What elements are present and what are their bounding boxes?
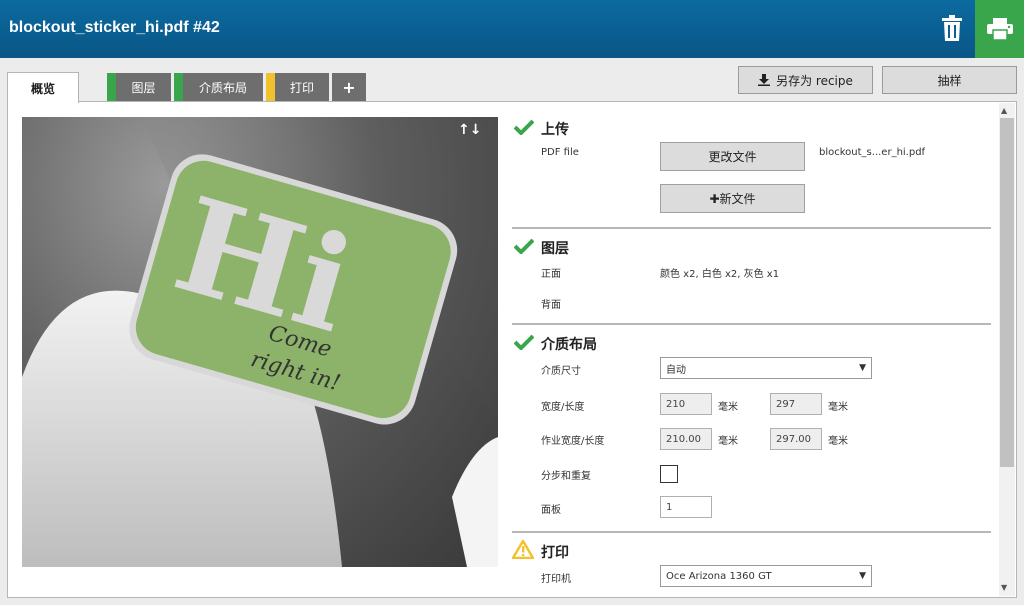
scrollbar-thumb[interactable] [1000,118,1014,467]
printer-select[interactable]: Oce Arizona 1360 GT ▼ [660,565,872,587]
job-width-value: 210.00 [666,433,701,445]
panels-input[interactable]: 1 [660,496,712,518]
media-size-select[interactable]: 自动 ▼ [660,357,872,379]
printer-icon [986,18,1013,40]
scroll-up-icon[interactable]: ▲ [1001,106,1007,115]
chevron-down-icon: ▼ [859,363,866,373]
printer-label: 打印机 [541,574,571,585]
add-tab-button[interactable]: + [332,73,366,101]
width-input[interactable]: 210 [660,393,712,415]
section-title-print: 打印 [541,545,569,561]
unit-label: 毫米 [828,402,848,413]
panels-label: 面板 [541,505,561,516]
section-title-media-layout: 介质布局 [541,337,597,353]
tab-layers[interactable]: 图层 [107,73,171,101]
pdf-file-label: PDF file [541,147,579,158]
check-icon [514,334,534,350]
unit-label: 毫米 [718,402,738,413]
printer-value: Oce Arizona 1360 GT [666,570,772,582]
sample-button[interactable]: 抽样 [882,66,1017,94]
plus-icon: + [342,77,356,97]
warning-icon [512,540,534,559]
save-recipe-button[interactable]: 另存为 recipe [738,66,873,94]
file-name: blockout_s...er_hi.pdf [819,147,926,158]
unit-label: 毫米 [828,436,848,447]
job-length-value: 297.00 [776,433,811,445]
panels-value: 1 [666,501,673,513]
preview-image: Hi Come right in! [22,117,498,567]
status-marker [107,73,116,101]
page-title: blockout_sticker_hi.pdf #42 [9,19,220,36]
check-icon [514,119,534,135]
plus-icon: ✚ [709,191,720,206]
tab-label: 图层 [131,80,156,95]
section-title-upload: 上传 [541,122,569,138]
tab-media-layout[interactable]: 介质布局 [174,73,263,101]
tab-label: 打印 [289,80,314,95]
tab-print[interactable]: 打印 [266,73,329,101]
step-repeat-label: 分步和重复 [541,471,591,482]
job-width-length-label: 作业宽度/长度 [541,436,605,447]
save-recipe-label: 另存为 recipe [776,73,853,88]
check-icon [514,238,534,254]
length-input[interactable]: 297 [770,393,822,415]
scroll-down-icon[interactable]: ▼ [1001,583,1007,592]
sticker-preview-graphic: Hi Come right in! [22,117,498,567]
width-value: 210 [666,398,686,410]
job-length-input[interactable]: 297.00 [770,428,822,450]
delete-button[interactable] [932,8,972,48]
download-icon [758,74,771,86]
divider [512,531,991,533]
back-label: 背面 [541,300,561,311]
status-marker [266,73,275,101]
section-title-layers: 图层 [541,241,569,257]
tab-overview[interactable]: 概览 [7,72,79,103]
front-label: 正面 [541,269,561,280]
change-file-button[interactable]: 更改文件 [660,142,805,171]
divider [512,323,991,325]
job-width-input[interactable]: 210.00 [660,428,712,450]
status-marker [174,73,183,101]
width-length-label: 宽度/长度 [541,402,585,413]
print-button[interactable] [975,0,1024,58]
new-file-label: 新文件 [719,192,756,206]
sort-arrows-icon[interactable]: ↑↓ [458,122,481,138]
media-size-value: 自动 [666,364,686,376]
chevron-down-icon: ▼ [859,571,866,581]
tab-label: 介质布局 [198,80,247,95]
app-header: blockout_sticker_hi.pdf #42 [0,0,1024,58]
sample-label: 抽样 [937,73,962,88]
trash-icon [942,15,962,41]
front-value: 颜色 x2, 白色 x2, 灰色 x1 [660,269,780,280]
media-size-label: 介质尺寸 [541,366,581,377]
change-file-label: 更改文件 [708,150,757,164]
unit-label: 毫米 [718,436,738,447]
length-value: 297 [776,398,796,410]
step-repeat-checkbox[interactable] [660,465,678,483]
divider [512,227,991,229]
new-file-button[interactable]: ✚ 新文件 [660,184,805,213]
tab-label: 概览 [30,81,55,96]
